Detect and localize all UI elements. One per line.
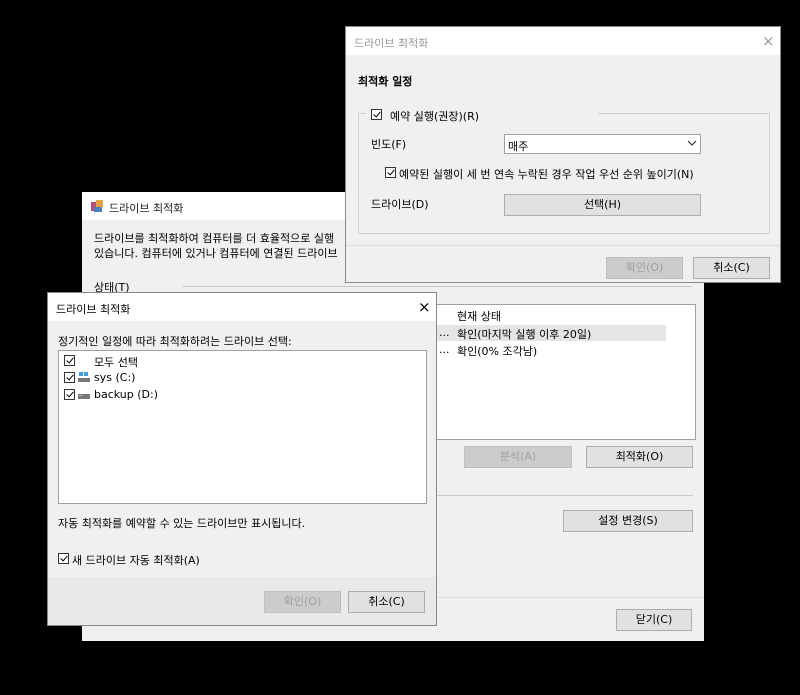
- schedule-titlebar: 드라이브 최적화 ×: [346, 27, 780, 55]
- app-icon: [90, 199, 104, 216]
- row-ellipsis: ...: [439, 343, 450, 356]
- drive-checkbox[interactable]: [64, 372, 75, 383]
- optimize-button[interactable]: 최적화(O): [586, 446, 693, 468]
- drive-icon: [78, 388, 90, 403]
- chevron-down-icon: [687, 137, 697, 152]
- status-divider: [182, 286, 692, 287]
- drive-checkbox[interactable]: [64, 389, 75, 400]
- main-title: 드라이브 최적화: [109, 202, 184, 215]
- drives-label: 드라이브(D): [371, 198, 429, 211]
- main-description-2: 있습니다. 컴퓨터에 있거나 컴퓨터에 연결된 드라이브: [94, 247, 338, 260]
- select-title: 드라이브 최적화: [56, 303, 131, 316]
- system-drive-icon: [78, 371, 90, 386]
- row-status: 확인(마지막 실행 이후 20일): [457, 328, 592, 341]
- change-settings-button[interactable]: 설정 변경(S): [563, 510, 693, 532]
- drive-label[interactable]: backup (D:): [94, 388, 158, 401]
- column-header-current-status[interactable]: 현재 상태: [457, 308, 501, 324]
- row-ellipsis: ...: [439, 326, 450, 339]
- select-drives-dialog: 드라이브 최적화 × 정기적인 일정에 따라 최적화하려는 드라이브 선택: 모…: [47, 292, 437, 626]
- frequency-label: 빈도(F): [371, 138, 407, 151]
- select-note: 자동 최적화를 예약할 수 있는 드라이브만 표시됩니다.: [58, 517, 306, 530]
- schedule-footer-line: [346, 245, 780, 246]
- frequency-value: 매주: [508, 140, 529, 153]
- run-on-schedule-label[interactable]: 예약 실행(권장)(R): [390, 108, 479, 124]
- increase-priority-label[interactable]: 예약된 실행이 세 번 연속 누락된 경우 작업 우선 순위 높이기(N): [399, 166, 694, 182]
- schedule-cancel-button[interactable]: 취소(C): [693, 257, 770, 279]
- close-icon[interactable]: ×: [762, 34, 775, 49]
- close-button[interactable]: 닫기(C): [616, 609, 692, 631]
- main-description-1: 드라이브를 최적화하여 컴퓨터를 더 효율적으로 실행: [94, 232, 335, 245]
- select-titlebar: 드라이브 최적화 ×: [48, 293, 436, 321]
- increase-priority-checkbox[interactable]: [385, 167, 396, 178]
- auto-optimize-new-label[interactable]: 새 드라이브 자동 최적화(A): [72, 552, 200, 568]
- settings-divider: [437, 495, 693, 496]
- schedule-heading: 최적화 일정: [358, 75, 413, 88]
- close-icon[interactable]: ×: [418, 300, 431, 315]
- select-instruction: 정기적인 일정에 따라 최적화하려는 드라이브 선택:: [58, 335, 292, 348]
- schedule-ok-button[interactable]: 확인(O): [606, 257, 683, 279]
- select-all-checkbox[interactable]: [64, 355, 75, 366]
- row-status: 확인(0% 조각남): [457, 345, 538, 358]
- auto-optimize-new-checkbox[interactable]: [58, 553, 69, 564]
- select-cancel-button[interactable]: 취소(C): [348, 591, 425, 613]
- select-all-label[interactable]: 모두 선택: [94, 354, 138, 370]
- schedule-title: 드라이브 최적화: [354, 37, 429, 50]
- frequency-dropdown[interactable]: 매주: [504, 134, 701, 154]
- select-drives-button[interactable]: 선택(H): [504, 194, 701, 216]
- run-on-schedule-checkbox[interactable]: [371, 109, 382, 120]
- optimization-schedule-window: 드라이브 최적화 × 최적화 일정 예약 실행(권장)(R) 빈도(F) 매주 …: [345, 26, 781, 283]
- select-ok-button[interactable]: 확인(O): [264, 591, 341, 613]
- analyze-button[interactable]: 분석(A): [464, 446, 572, 468]
- drive-label[interactable]: sys (C:): [94, 371, 135, 384]
